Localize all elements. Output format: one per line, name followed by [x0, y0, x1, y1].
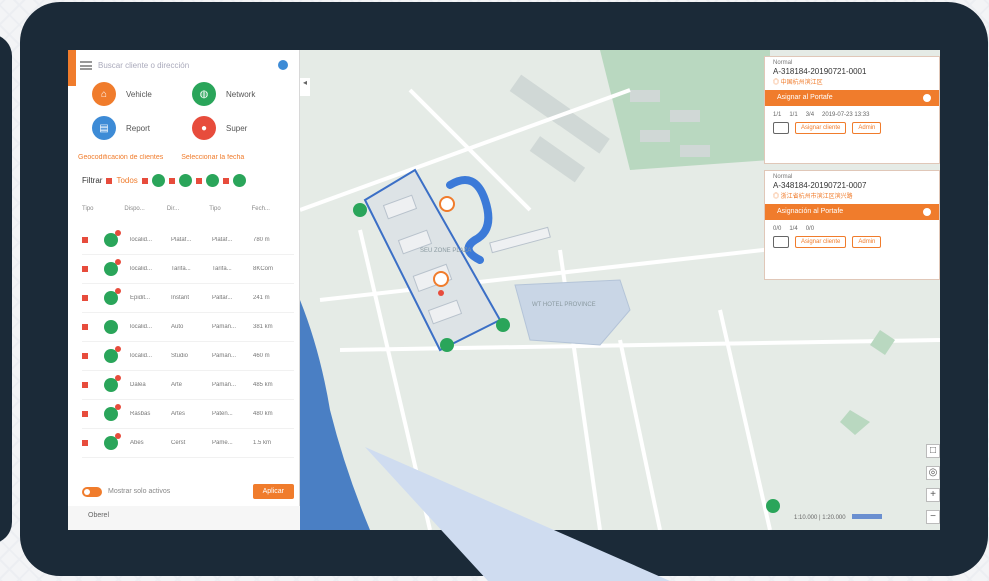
screenshot-stage: Buscar cliente o dirección ⌂ Vehicle ◍ N…	[0, 0, 989, 581]
callout-shape	[365, 447, 670, 581]
callout-pointer	[365, 447, 670, 581]
